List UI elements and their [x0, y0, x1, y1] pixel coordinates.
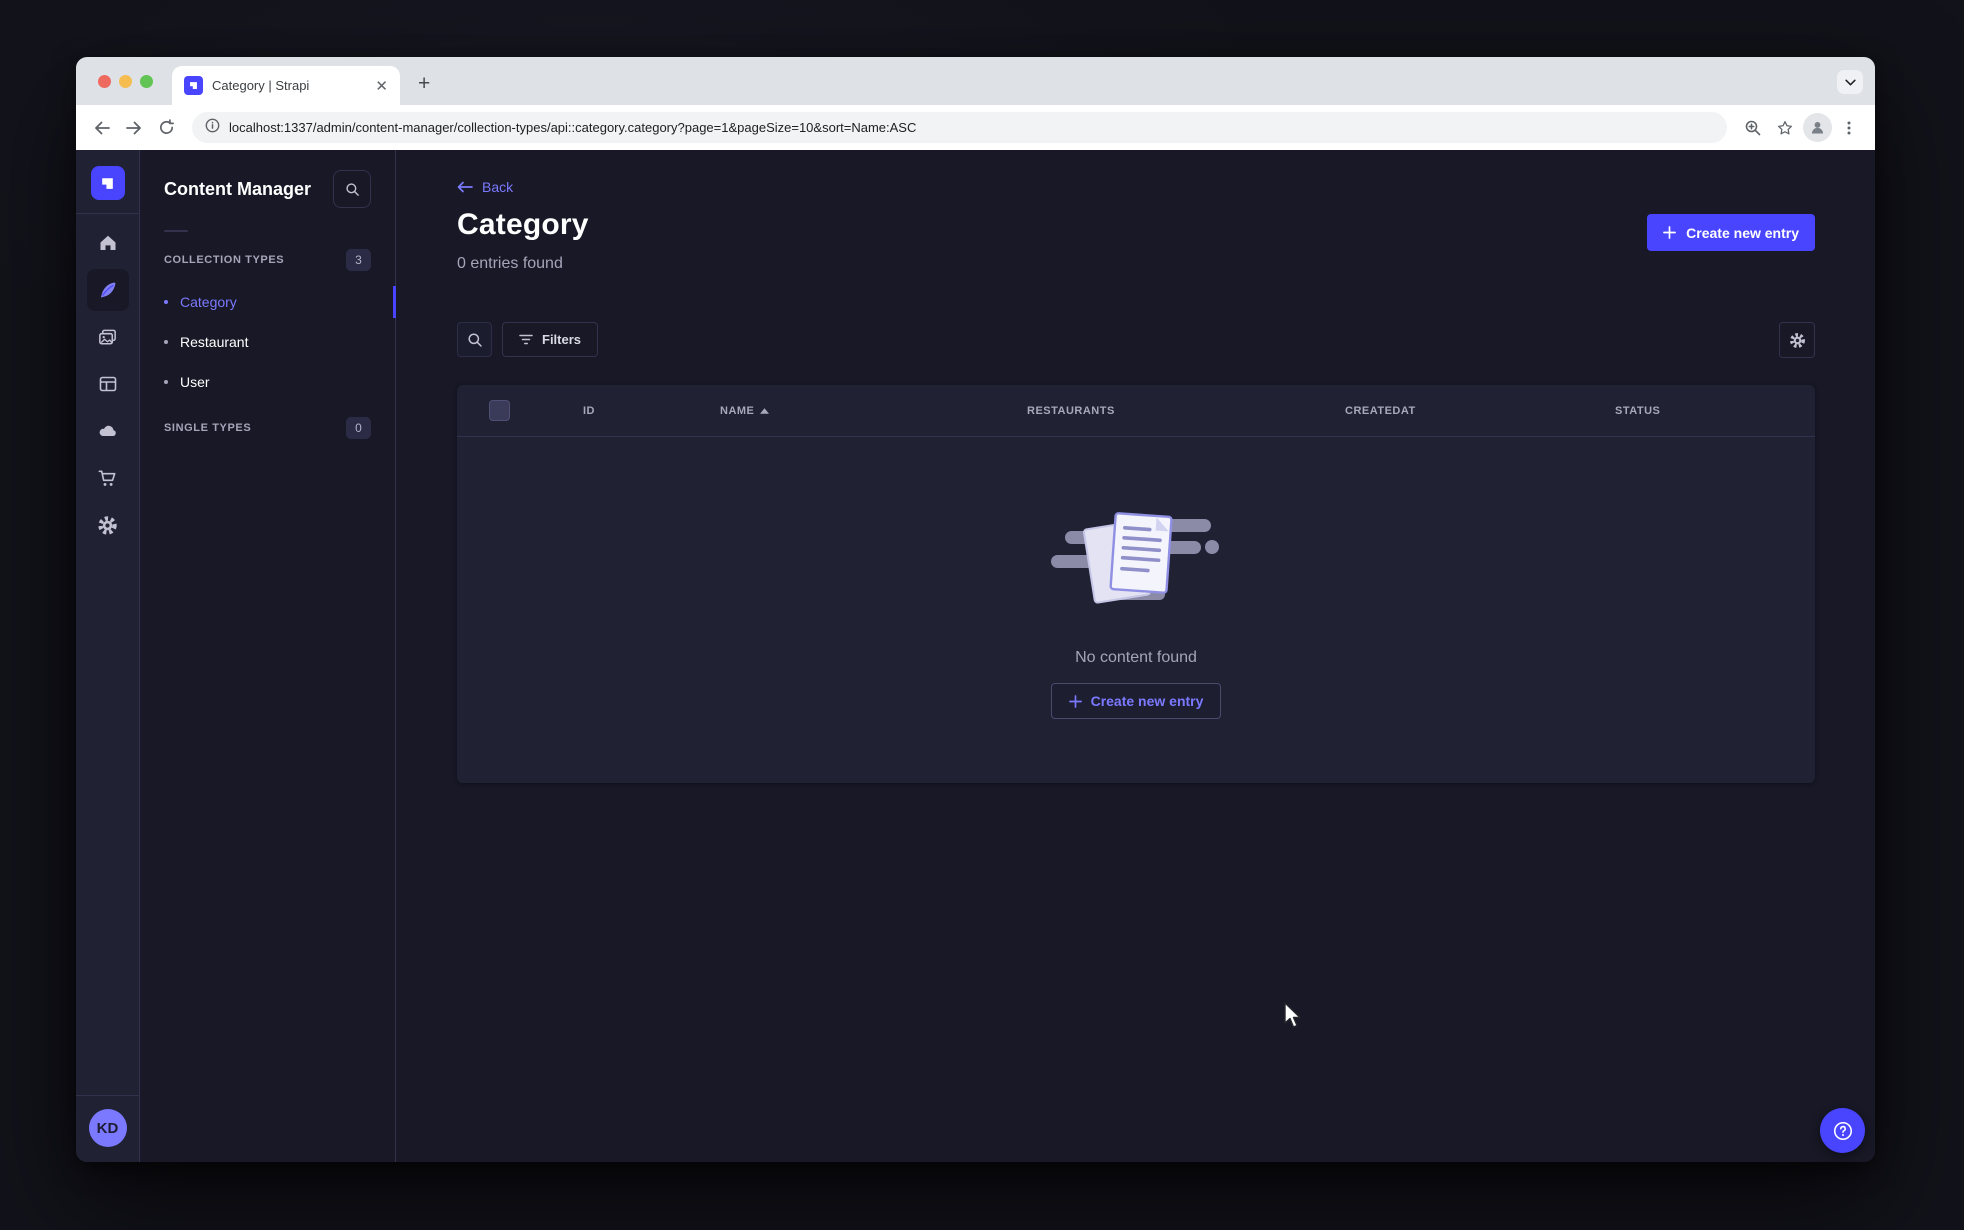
bullet-icon [164, 380, 168, 384]
subnav-item-label: User [180, 374, 210, 390]
main-nav-rail: KD [76, 150, 140, 1162]
subnav-item-label: Restaurant [180, 334, 249, 350]
bullet-icon [164, 300, 168, 304]
entries-count: 0 entries found [457, 255, 563, 272]
empty-cta-label: Create new entry [1090, 693, 1204, 709]
traffic-lights [98, 75, 153, 88]
collection-types-count-badge: 3 [346, 249, 371, 271]
zoom-page-icon[interactable] [1737, 112, 1769, 144]
collection-types-list: Category Restaurant User [140, 282, 396, 402]
nav-media-library-icon[interactable] [87, 316, 129, 358]
nav-settings-gear-icon[interactable] [87, 504, 129, 546]
filters-label: Filters [542, 332, 582, 347]
column-header-restaurants[interactable]: RESTAURANTS [1027, 405, 1115, 417]
content-manager-subnav: Content Manager COLLECTION TYPES 3 Categ… [140, 150, 396, 1162]
empty-create-entry-button[interactable]: Create new entry [1050, 683, 1222, 719]
profile-person-icon [1802, 113, 1832, 142]
subnav-divider [164, 230, 188, 232]
browser-toolbar: localhost:1337/admin/content-manager/col… [76, 105, 1875, 150]
entries-table: ID NAME RESTAURANTS CREATEDAT STATUS No … [457, 385, 1815, 783]
browser-tab-strip: Category | Strapi ✕ + [76, 57, 1875, 105]
create-button-label: Create new entry [1686, 224, 1799, 241]
single-types-count-badge: 0 [346, 417, 371, 439]
nav-home-icon[interactable] [87, 222, 129, 264]
question-mark-icon [1833, 1121, 1852, 1140]
no-content-message: No content found [1075, 649, 1197, 666]
single-types-section-header: SINGLE TYPES 0 [140, 416, 395, 440]
browser-back-icon[interactable] [86, 112, 118, 144]
strapi-app: KD Content Manager COLLECTION TYPES 3 Ca… [76, 150, 1875, 1162]
gear-icon [1789, 332, 1805, 348]
select-all-checkbox[interactable] [489, 400, 510, 421]
site-info-icon[interactable] [205, 118, 220, 138]
column-header-status[interactable]: STATUS [1615, 405, 1660, 417]
nav-divider [76, 213, 140, 214]
subnav-title: Content Manager [164, 178, 312, 199]
bullet-icon [164, 340, 168, 344]
create-new-entry-button[interactable]: Create new entry [1647, 214, 1815, 251]
nav-marketplace-cart-icon[interactable] [87, 457, 129, 499]
maximize-window-button[interactable] [140, 75, 153, 88]
tab-close-icon[interactable]: ✕ [375, 77, 388, 95]
address-bar[interactable]: localhost:1337/admin/content-manager/col… [192, 112, 1727, 143]
subnav-item-category[interactable]: Category [140, 282, 396, 322]
browser-profile-avatar[interactable] [1801, 112, 1833, 144]
close-window-button[interactable] [98, 75, 111, 88]
nav-bottom-divider [76, 1095, 140, 1096]
sort-asc-icon [760, 408, 770, 414]
browser-tab[interactable]: Category | Strapi ✕ [172, 66, 400, 105]
subnav-header: Content Manager [140, 170, 395, 208]
back-link[interactable]: Back [457, 179, 513, 195]
user-avatar[interactable]: KD [88, 1109, 127, 1147]
nav-content-manager-icon[interactable] [86, 269, 129, 311]
browser-reload-icon[interactable] [150, 112, 182, 144]
column-header-id[interactable]: ID [583, 405, 595, 417]
nav-content-type-builder-icon[interactable] [87, 363, 129, 405]
strapi-favicon-icon [184, 76, 203, 95]
filter-icon [519, 334, 533, 345]
list-actions: Filters [457, 322, 599, 357]
subnav-item-label: Category [180, 294, 237, 310]
column-header-name[interactable]: NAME [720, 405, 770, 417]
back-label: Back [482, 179, 514, 195]
no-content-illustration-icon [1051, 512, 1219, 604]
subnav-search-button[interactable] [333, 170, 371, 208]
empty-state: No content found Create new entry [457, 437, 1815, 783]
collection-types-section-header: COLLECTION TYPES 3 [140, 248, 395, 272]
nav-bottom: KD [76, 1095, 140, 1162]
tab-title: Category | Strapi [212, 78, 310, 93]
back-arrow-icon [457, 181, 473, 193]
single-types-label: SINGLE TYPES [164, 422, 252, 434]
bookmark-star-icon[interactable] [1769, 112, 1801, 144]
strapi-logo[interactable] [90, 166, 125, 200]
plus-icon [1663, 226, 1677, 239]
main-content: Back Category 0 entries found Create new… [396, 150, 1875, 1162]
help-button[interactable] [1820, 1108, 1865, 1153]
new-tab-button[interactable]: + [418, 73, 430, 94]
subnav-item-restaurant[interactable]: Restaurant [140, 322, 395, 362]
page-title: Category [457, 208, 589, 241]
view-settings-button[interactable] [1779, 322, 1815, 358]
plus-icon [1068, 694, 1082, 708]
column-header-createdat[interactable]: CREATEDAT [1345, 405, 1416, 417]
minimize-window-button[interactable] [119, 75, 132, 88]
tab-search-chevron-icon[interactable] [1837, 70, 1863, 94]
browser-window: Category | Strapi ✕ + localhost:1337/adm… [76, 57, 1875, 1162]
nav-cloud-icon[interactable] [87, 410, 129, 452]
collection-types-label: COLLECTION TYPES [164, 254, 285, 266]
browser-forward-icon[interactable] [118, 112, 150, 144]
browser-menu-dots-icon[interactable] [1833, 112, 1865, 144]
url-text: localhost:1337/admin/content-manager/col… [229, 120, 917, 135]
list-search-button[interactable] [457, 322, 492, 357]
subnav-item-user[interactable]: User [140, 362, 395, 402]
table-header-row: ID NAME RESTAURANTS CREATEDAT STATUS [457, 385, 1815, 437]
filters-button[interactable]: Filters [502, 322, 599, 357]
